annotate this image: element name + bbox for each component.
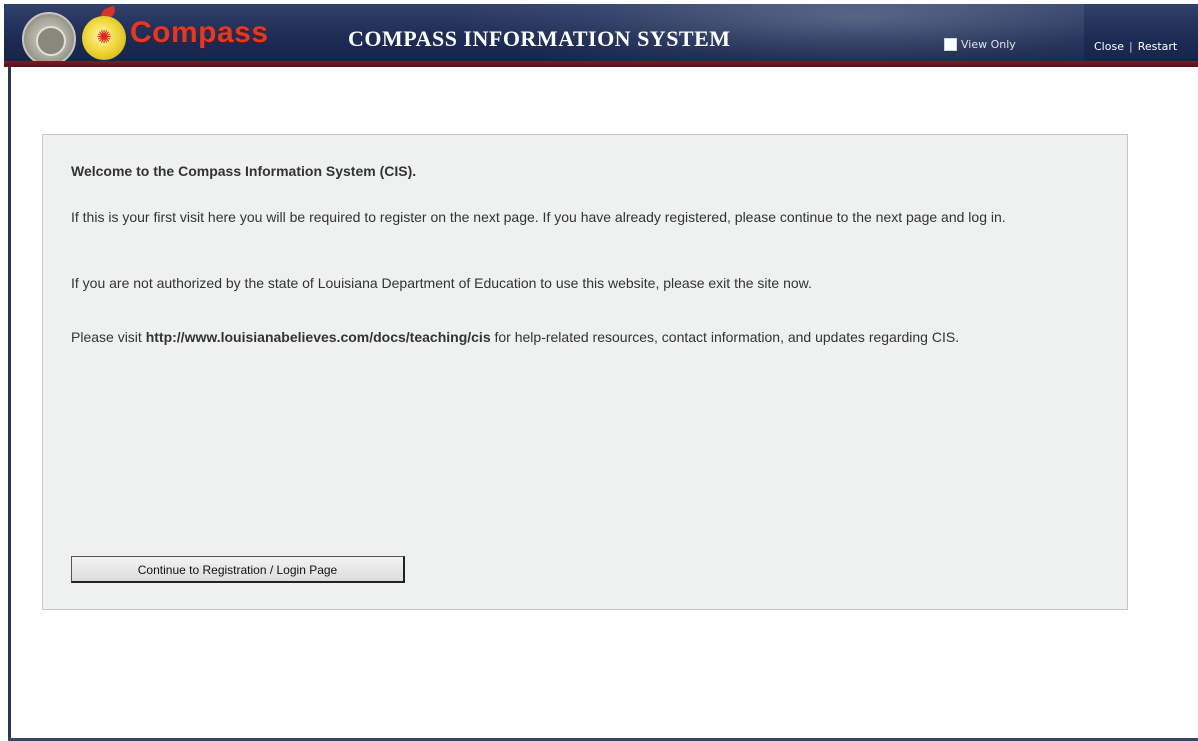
authorization-text: If you are not authorized by the state o…	[71, 275, 812, 291]
help-resources-text: Please visit http://www.louisianabelieve…	[71, 328, 1071, 347]
louisiana-seal-icon	[22, 12, 76, 66]
left-border	[8, 66, 11, 741]
view-only-label: View Only	[961, 38, 1016, 51]
help-suffix: for help-related resources, contact info…	[490, 329, 960, 345]
close-link[interactable]: Close	[1094, 40, 1124, 53]
welcome-panel: Welcome to the Compass Information Syste…	[42, 134, 1128, 610]
header-links: Close | Restart	[1094, 40, 1177, 53]
help-prefix: Please visit	[71, 329, 146, 345]
first-visit-text: If this is your first visit here you wil…	[71, 209, 1006, 225]
apple-star-icon: ✺	[96, 27, 112, 47]
restart-link[interactable]: Restart	[1138, 40, 1178, 53]
header-accent-bar	[4, 61, 1198, 67]
brand-name: Compass	[130, 16, 269, 49]
system-title: COMPASS INFORMATION SYSTEM	[348, 26, 731, 51]
link-separator: |	[1128, 40, 1133, 53]
view-only-toggle[interactable]: View Only	[944, 38, 1016, 51]
app-header: ✺ Compass COMPASS INFORMATION SYSTEM Vie…	[4, 4, 1198, 66]
view-only-checkbox[interactable]	[944, 38, 957, 51]
welcome-heading: Welcome to the Compass Information Syste…	[71, 163, 417, 179]
help-link: http://www.louisianabelieves.com/docs/te…	[145, 329, 491, 345]
continue-button[interactable]: Continue to Registration / Login Page	[71, 556, 405, 583]
